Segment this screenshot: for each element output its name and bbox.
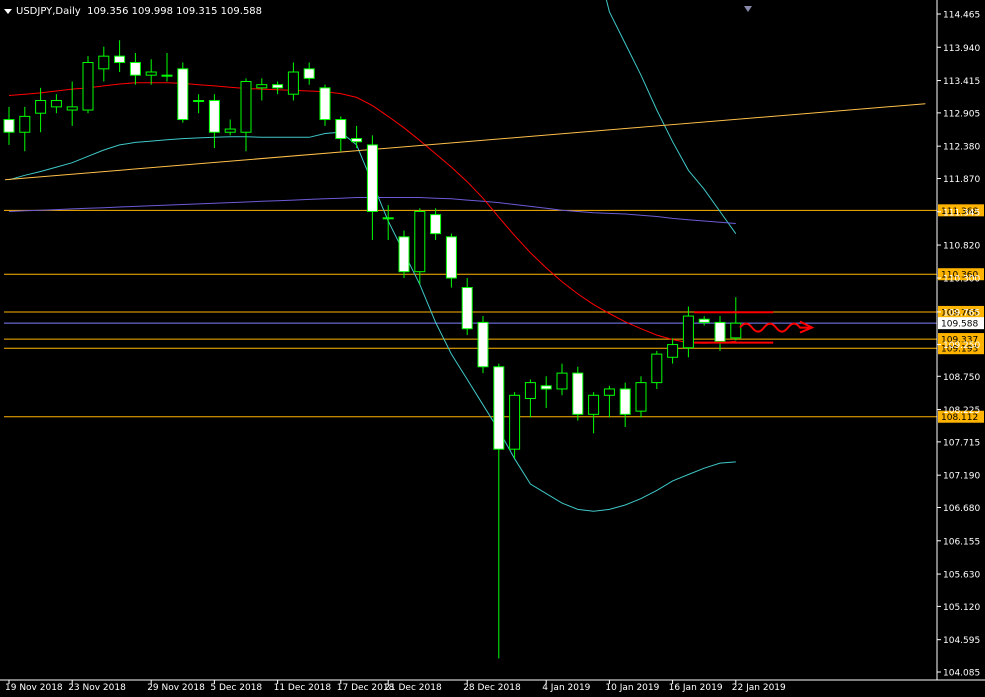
y-tick-label: 113.415 [943,77,980,87]
y-tick-label: 104.595 [943,636,980,646]
candle-body [319,87,331,121]
candle-body [193,100,205,103]
candle-body [603,388,615,396]
x-tick-label: 4 Jan 2019 [542,683,590,693]
annotations [694,6,815,344]
candle-body [461,287,473,330]
y-tick-label: 108.750 [943,373,980,383]
y-tick-label: 112.380 [943,143,980,153]
candle-body [351,138,363,143]
y-tick-label: 105.120 [943,603,980,613]
x-tick-label: 11 Dec 2018 [274,683,332,693]
candle-body [619,388,631,415]
candle-body [667,344,679,358]
candle-body [651,353,663,384]
candle-body [114,55,126,63]
indicator-lines [4,0,926,512]
candle-body [66,106,78,111]
candle-body [730,322,742,339]
y-tick-label: 109.250 [943,341,980,351]
candle-body [129,61,141,76]
candle-body [224,128,236,133]
candle-body [382,217,394,220]
price-chart[interactable]: 111.368110.360109.765109.337109.193108.1… [0,0,985,697]
y-tick-label: 113.940 [943,44,980,54]
candle-body [635,382,647,412]
y-tick-label: 107.190 [943,472,980,482]
candle-body [682,315,694,349]
candle-body [240,81,252,133]
candle-body [35,100,47,114]
squiggle-arrow [739,322,812,333]
candle-body [19,115,31,133]
candle-body [398,236,410,273]
candle-body [145,71,157,76]
candle-body [572,372,584,415]
candle-body [414,210,426,273]
x-tick-label: 29 Nov 2018 [147,683,205,693]
x-tick-label: 28 Dec 2018 [463,683,521,693]
y-tick-label: 110.820 [943,242,980,252]
candle-body [477,321,489,368]
y-tick-label: 106.155 [943,537,980,547]
time-axis: 19 Nov 2018 23 Nov 2018 29 Nov 2018 5 Dec 2… [5,680,786,693]
candle-body [366,144,378,212]
candle-body [524,382,536,399]
y-tick-label: 109.765 [943,308,980,318]
candle-body [82,61,94,111]
candles [3,40,742,659]
candle-body [430,214,442,235]
candle-body [177,68,189,121]
shift-marker-icon [744,6,752,12]
y-tick-label: 114.465 [943,11,980,21]
candle-body [509,394,521,450]
candle-body [287,71,299,95]
candle-body [161,74,173,77]
candle-body [50,100,62,108]
candle-body [588,394,600,415]
candle-body [335,119,347,140]
x-tick-label: 5 Dec 2018 [210,683,262,693]
y-tick-label: 111.345 [943,208,980,218]
candle-body [303,68,315,79]
y-tick-label: 107.715 [943,438,980,448]
y-tick-label: 111.870 [943,175,980,185]
price-axis: 114.465 113.940 113.415 112.905 112.380 111.8… [0,0,985,681]
x-tick-label: 16 Jan 2019 [669,683,723,693]
candle-body [493,366,505,450]
price-tag-label: 109.588 [941,320,978,330]
y-tick-label: 112.905 [943,109,980,119]
x-tick-label: 10 Jan 2019 [605,683,659,693]
candle-body [208,100,220,133]
candle-body [272,84,284,89]
x-tick-label: 21 Dec 2018 [384,683,442,693]
y-tick-label: 108.225 [943,406,980,416]
candle-body [3,119,15,133]
candle-body [445,236,457,279]
candle-body [714,321,726,342]
candle-body [256,84,268,89]
y-tick-label: 105.630 [943,571,980,581]
x-tick-label: 19 Nov 2018 [5,683,63,693]
candle-body [698,318,710,323]
candle-body [98,55,110,70]
candle-body [556,372,568,390]
x-tick-label: 22 Jan 2019 [732,683,786,693]
y-tick-label: 104.085 [943,669,980,679]
x-tick-label: 23 Nov 2018 [68,683,126,693]
y-tick-label: 106.680 [943,504,980,514]
y-tick-label: 110.300 [943,275,980,285]
candle-body [540,385,552,390]
